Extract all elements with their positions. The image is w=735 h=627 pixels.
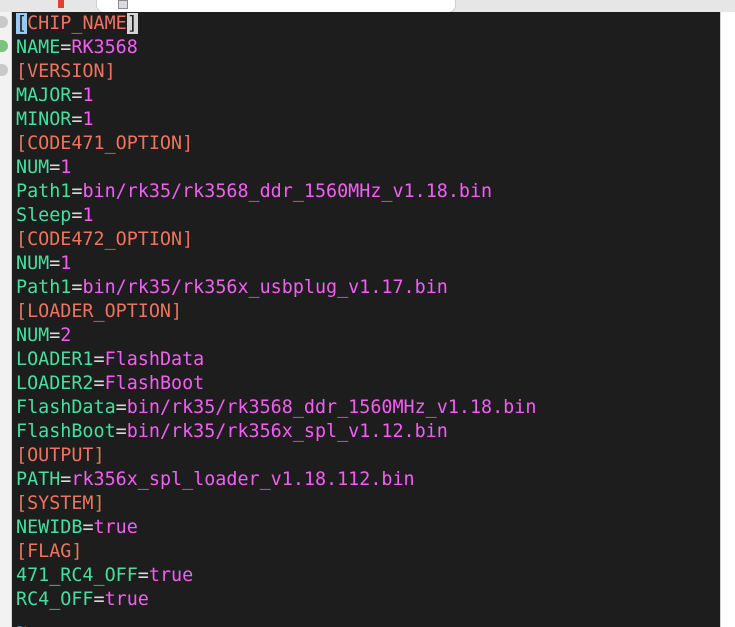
- left-gutter: [0, 12, 12, 627]
- config-value: 1: [82, 205, 94, 226]
- section-line: [VERSION]: [16, 60, 536, 84]
- vertical-scrollbar[interactable]: [720, 12, 735, 627]
- section-line: [CODE472_OPTION]: [16, 228, 536, 252]
- config-value: true: [93, 517, 138, 538]
- section-line: [FLAG]: [16, 540, 536, 564]
- section-line: [SYSTEM]: [16, 492, 536, 516]
- config-key: Path1: [16, 277, 72, 298]
- editor-tab[interactable]: [96, 0, 456, 12]
- config-key: FlashData: [16, 397, 116, 418]
- section-line: [LOADER_OPTION]: [16, 300, 536, 324]
- file-icon: [118, 0, 128, 9]
- section-line: [OUTPUT]: [16, 444, 536, 468]
- config-value: 1: [82, 109, 94, 130]
- config-key: MAJOR: [16, 85, 72, 106]
- equals-sign: =: [82, 517, 94, 538]
- key-value-line: Sleep=1: [16, 204, 536, 228]
- equals-sign: =: [49, 157, 61, 178]
- config-value: true: [104, 589, 149, 610]
- config-value: bin/rk35/rk3568_ddr_1560MHz_v1.18.bin: [82, 181, 493, 202]
- equals-sign: =: [71, 85, 83, 106]
- config-key: LOADER2: [16, 373, 94, 394]
- section-header: [CODE471_OPTION]: [16, 133, 194, 154]
- equals-sign: =: [60, 37, 72, 58]
- config-key: PATH: [16, 469, 61, 490]
- config-key: LOADER1: [16, 349, 94, 370]
- key-value-line: MAJOR=1: [16, 84, 536, 108]
- key-value-line: LOADER1=FlashData: [16, 348, 536, 372]
- equals-sign: =: [93, 373, 105, 394]
- section-header: [OUTPUT]: [16, 445, 105, 466]
- config-key: Path1: [16, 181, 72, 202]
- key-value-line: PATH=rk356x_spl_loader_v1.18.112.bin: [16, 468, 536, 492]
- equals-sign: =: [115, 397, 127, 418]
- equals-sign: =: [71, 181, 83, 202]
- key-value-line: FlashBoot=bin/rk35/rk356x_spl_v1.12.bin: [16, 420, 536, 444]
- config-value: 1: [60, 157, 72, 178]
- config-key: NAME: [16, 37, 61, 58]
- section-header: [LOADER_OPTION]: [16, 301, 183, 322]
- section-header: [FLAG]: [16, 541, 83, 562]
- equals-sign: =: [71, 109, 83, 130]
- app-icon: [58, 0, 64, 8]
- config-value: 1: [82, 85, 94, 106]
- config-value: FlashData: [104, 349, 205, 370]
- gutter-marker: [0, 64, 8, 76]
- equals-sign: =: [60, 469, 72, 490]
- config-key: RC4_OFF: [16, 589, 94, 610]
- section-name: CHIP_NAME: [27, 13, 127, 34]
- section-line: [CHIP_NAME]: [16, 12, 536, 36]
- equals-sign: =: [93, 349, 105, 370]
- config-key: NUM: [16, 325, 50, 346]
- section-header: [SYSTEM]: [16, 493, 105, 514]
- equals-sign: =: [137, 565, 149, 586]
- config-value: RK3568: [71, 37, 138, 58]
- config-key: FlashBoot: [16, 421, 116, 442]
- key-value-line: NUM=1: [16, 252, 536, 276]
- key-value-line: LOADER2=FlashBoot: [16, 372, 536, 396]
- section-header: [CODE472_OPTION]: [16, 229, 194, 250]
- end-of-buffer-marker: ~: [16, 616, 27, 627]
- key-value-line: FlashData=bin/rk35/rk3568_ddr_1560MHz_v1…: [16, 396, 536, 420]
- config-value: bin/rk35/rk356x_usbplug_v1.17.bin: [82, 277, 448, 298]
- key-value-line: NAME=RK3568: [16, 36, 536, 60]
- config-value: true: [148, 565, 194, 586]
- key-value-line: Path1=bin/rk35/rk3568_ddr_1560MHz_v1.18.…: [16, 180, 536, 204]
- config-key: NUM: [16, 253, 50, 274]
- editor-lines: [CHIP_NAME] NAME=RK3568 [VERSION] MAJOR=1 MI…: [16, 12, 536, 612]
- key-value-line: Path1=bin/rk35/rk356x_usbplug_v1.17.bin: [16, 276, 536, 300]
- config-value: bin/rk35/rk3568_ddr_1560MHz_v1.18.bin: [126, 397, 537, 418]
- tab-bar: [0, 0, 735, 12]
- config-key: Sleep: [16, 205, 72, 226]
- key-value-line: MINOR=1: [16, 108, 536, 132]
- section-header: [CHIP_NAME]: [16, 13, 138, 34]
- gutter-marker: [0, 40, 8, 52]
- equals-sign: =: [115, 421, 127, 442]
- key-value-line: RC4_OFF=true: [16, 588, 536, 612]
- matching-bracket: ]: [126, 13, 138, 34]
- config-value: bin/rk35/rk356x_spl_v1.12.bin: [126, 421, 448, 442]
- config-value: rk356x_spl_loader_v1.18.112.bin: [71, 469, 415, 490]
- key-value-line: NEWIDB=true: [16, 516, 536, 540]
- equals-sign: =: [93, 589, 105, 610]
- text-editor[interactable]: [CHIP_NAME] NAME=RK3568 [VERSION] MAJOR=1 MI…: [12, 12, 720, 627]
- config-key: 471_RC4_OFF: [16, 565, 138, 586]
- config-value: 1: [60, 253, 72, 274]
- equals-sign: =: [71, 277, 83, 298]
- config-value: FlashBoot: [104, 373, 205, 394]
- section-header: [VERSION]: [16, 61, 116, 82]
- config-value: 2: [60, 325, 72, 346]
- equals-sign: =: [71, 205, 83, 226]
- equals-sign: =: [49, 253, 61, 274]
- config-key: MINOR: [16, 109, 72, 130]
- key-value-line: 471_RC4_OFF=true: [16, 564, 536, 588]
- config-key: NEWIDB: [16, 517, 83, 538]
- section-line: [CODE471_OPTION]: [16, 132, 536, 156]
- text-cursor: [: [16, 13, 28, 34]
- key-value-line: NUM=2: [16, 324, 536, 348]
- equals-sign: =: [49, 325, 61, 346]
- gutter-marker: [0, 16, 8, 28]
- key-value-line: NUM=1: [16, 156, 536, 180]
- config-key: NUM: [16, 157, 50, 178]
